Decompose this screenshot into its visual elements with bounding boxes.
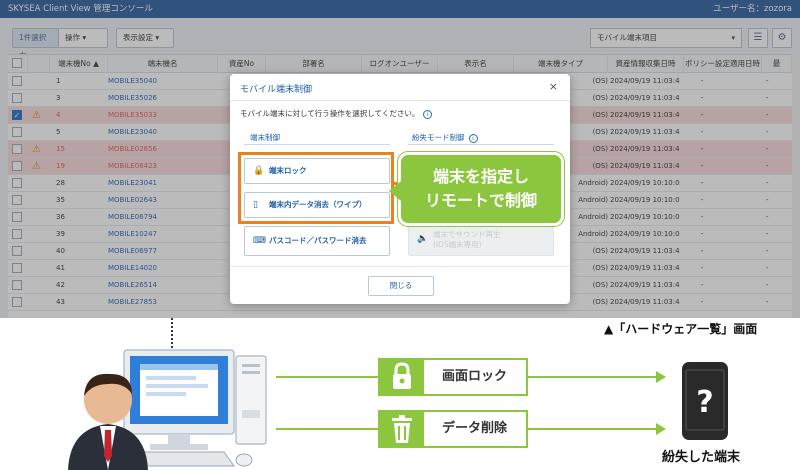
arrow-connector <box>528 376 658 378</box>
dialog-title: モバイル端末制御 <box>240 85 313 95</box>
question-mark-icon: ? <box>696 385 713 420</box>
highlight-frame <box>238 152 394 224</box>
screen-lock-label: 画面ロック <box>442 369 508 384</box>
divider <box>230 266 570 267</box>
divider <box>230 100 570 101</box>
data-delete-label: データ削除 <box>442 421 508 436</box>
admin-illustration <box>68 349 267 470</box>
arrow-head <box>656 423 666 435</box>
arrow-head <box>656 371 666 383</box>
monitor-icon <box>123 349 235 450</box>
info-icon[interactable]: i <box>468 134 478 143</box>
trash-icon <box>380 412 424 446</box>
callout-line-2: リモートで制御 <box>424 191 537 210</box>
divider <box>408 144 554 145</box>
smartphone-icon: ? <box>682 362 728 440</box>
callout-bubble: 端末を指定し リモートで制御 <box>389 151 565 227</box>
clear-passcode-label: パスコード／パスワード消去 <box>269 236 367 245</box>
clear-passcode-button[interactable]: ⌨ パスコード／パスワード消去 <box>244 226 390 256</box>
speaker-icon: 🔈 <box>417 234 429 244</box>
arrow-connector <box>276 428 378 430</box>
screen-caption: ▲「ハードウェア一覧」画面 <box>604 322 758 336</box>
data-delete-action: データ削除 <box>378 410 528 448</box>
padlock-icon <box>380 360 424 394</box>
divider <box>244 144 390 145</box>
callout-tail <box>389 181 401 201</box>
callout-line-1: 端末を指定し <box>432 167 529 186</box>
keypad-icon: ⌨ <box>253 236 266 246</box>
screen-lock-action: 画面ロック <box>378 358 528 396</box>
mouse-icon <box>235 453 253 467</box>
play-sound-button[interactable]: 🔈 端末でサウンド再生 (iOS端末専用) <box>408 226 554 256</box>
dialog-description-text: モバイル端末に対して行う操作を選択してください。 <box>240 109 420 118</box>
console-window: SKYSEA Client View 管理コンソール ユーザー名：zozora … <box>0 0 800 318</box>
play-sound-label: 端末でサウンド再生 <box>433 230 501 239</box>
close-button[interactable]: 閉じる <box>368 276 434 296</box>
section-lost-mode-label: 紛失モード制御 <box>412 133 465 142</box>
lost-device-label: 紛失した端末 <box>662 450 741 465</box>
info-icon[interactable]: i <box>423 110 433 119</box>
dialog-description: モバイル端末に対して行う操作を選択してください。 i <box>240 108 433 119</box>
stage: SKYSEA Client View 管理コンソール ユーザー名：zozora … <box>0 0 800 470</box>
section-lost-mode: 紛失モード制御 i <box>412 132 478 143</box>
close-icon[interactable]: × <box>549 80 558 93</box>
arrow-connector <box>276 376 378 378</box>
arrow-connector <box>528 428 658 430</box>
pc-tower-icon <box>235 355 267 445</box>
section-device-control: 端末制御 <box>250 133 280 142</box>
play-sound-note: (iOS端末専用) <box>433 240 482 249</box>
